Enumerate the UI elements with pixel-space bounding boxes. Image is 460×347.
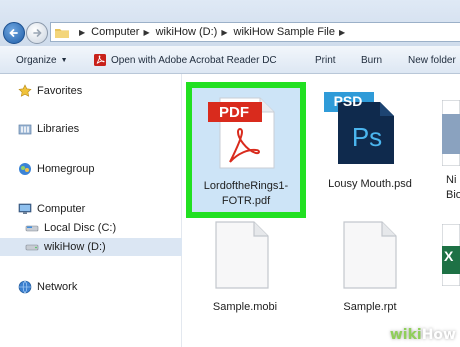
breadcrumb-wikihow-drive[interactable]: wikiHow (D:): [156, 26, 218, 38]
sidebar-item-favorites[interactable]: Favorites: [0, 82, 182, 100]
sidebar-item-computer[interactable]: Computer: [0, 200, 182, 218]
sidebar-item-label: Favorites: [37, 85, 83, 97]
address-bar-area: ▶ Computer ▶ wikiHow (D:) ▶ wikiHow Samp…: [0, 0, 460, 46]
file-name-line: LordoftheRings1-: [203, 180, 289, 192]
file-item-pdf[interactable]: PDF LordoftheRings1- FOTR.pdf: [186, 82, 306, 218]
blank-document-icon: [343, 221, 397, 289]
network-icon: [18, 280, 32, 294]
sidebar-item-libraries[interactable]: Libraries: [0, 120, 182, 138]
computer-icon: [18, 202, 32, 216]
photoshop-logo: Ps: [351, 122, 383, 152]
file-item-excel[interactable]: X: [436, 220, 460, 340]
file-name-line: FOTR.pdf: [221, 195, 271, 207]
breadcrumb-sample-file[interactable]: wikiHow Sample File: [234, 26, 335, 38]
sidebar-item-homegroup[interactable]: Homegroup: [0, 160, 182, 178]
navigation-pane: Favorites Libraries Homegroup Computer L…: [0, 74, 182, 347]
excel-logo: X: [444, 248, 454, 264]
file-view: PDF LordoftheRings1- FOTR.pdf PSD Ps Lou…: [182, 74, 460, 347]
folder-icon: [55, 28, 69, 38]
address-field[interactable]: ▶ Computer ▶ wikiHow (D:) ▶ wikiHow Samp…: [50, 22, 460, 42]
print-button[interactable]: Print: [315, 46, 336, 74]
watermark-how: How: [421, 327, 456, 343]
back-arrow-icon: [9, 29, 18, 37]
open-with-label: Open with Adobe Acrobat Reader DC: [111, 54, 277, 66]
document-file-icon: [442, 100, 460, 166]
file-item-mobi[interactable]: Sample.mobi: [196, 220, 296, 340]
sidebar-item-label: Local Disc (C:): [44, 222, 117, 234]
drive-icon: [25, 221, 39, 235]
blank-document-icon: [215, 221, 269, 289]
file-item-partial[interactable]: Ni Biog: [436, 82, 460, 218]
file-name-line: Ni: [446, 174, 457, 186]
file-name-line: Biog: [446, 189, 460, 201]
new-folder-button[interactable]: New folder: [408, 46, 456, 74]
open-with-acrobat-button[interactable]: Open with Adobe Acrobat Reader DC: [94, 46, 277, 74]
sidebar-item-wikihow-drive[interactable]: wikiHow (D:): [0, 238, 182, 256]
libraries-icon: [18, 122, 32, 136]
sidebar-item-network[interactable]: Network: [0, 278, 182, 296]
breadcrumb-separator-icon[interactable]: ▶: [339, 28, 345, 37]
drive-icon: [25, 240, 39, 254]
sidebar-item-label: Computer: [37, 203, 86, 215]
wikihow-watermark: wikiHow: [390, 327, 456, 343]
forward-button[interactable]: [26, 22, 48, 44]
sidebar-item-label: wikiHow (D:): [44, 241, 106, 253]
sidebar-item-local-disc[interactable]: Local Disc (C:): [0, 219, 182, 237]
file-name-partial: Ni Biog: [446, 173, 460, 203]
file-name-psd: Lousy Mouth.psd: [328, 178, 412, 190]
watermark-wiki: wiki: [389, 327, 422, 343]
pdf-badge: PDF: [219, 104, 249, 121]
file-item-psd[interactable]: PSD Ps Lousy Mouth.psd: [312, 82, 432, 218]
acrobat-icon: [94, 54, 106, 66]
breadcrumb-separator-icon[interactable]: ▶: [221, 28, 227, 37]
back-button[interactable]: [3, 22, 25, 44]
breadcrumb-separator-icon[interactable]: ▶: [143, 28, 149, 37]
breadcrumb-computer[interactable]: Computer: [91, 26, 139, 38]
breadcrumb-separator-icon: ▶: [79, 27, 86, 37]
organize-button[interactable]: Organize ▼: [16, 46, 68, 74]
command-toolbar: Organize ▼ Open with Adobe Acrobat Reade…: [0, 46, 460, 74]
star-icon: [18, 84, 32, 98]
burn-button[interactable]: Burn: [361, 46, 382, 74]
forward-arrow-icon: [33, 29, 42, 37]
file-item-rpt[interactable]: Sample.rpt: [320, 220, 420, 340]
sidebar-item-label: Homegroup: [37, 163, 95, 175]
file-name-mobi: Sample.mobi: [212, 301, 278, 313]
sidebar-item-label: Libraries: [37, 123, 80, 135]
chevron-down-icon: ▼: [60, 56, 68, 64]
file-name-rpt: Sample.rpt: [343, 301, 397, 313]
homegroup-icon: [18, 162, 32, 176]
psd-badge: PSD: [333, 93, 363, 109]
organize-label: Organize: [16, 54, 57, 66]
file-name-pdf: LordoftheRings1- FOTR.pdf: [192, 179, 300, 209]
sidebar-item-label: Network: [37, 281, 78, 293]
